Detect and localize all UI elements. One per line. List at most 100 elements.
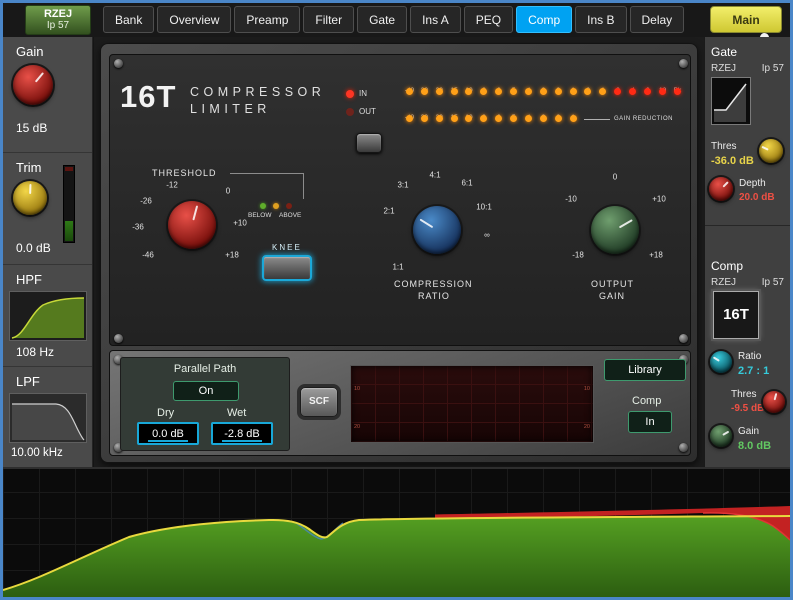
meter-led — [436, 88, 443, 95]
meter-led — [629, 88, 636, 95]
ratio-knob[interactable] — [413, 206, 461, 254]
meter-led — [584, 88, 591, 95]
meter-led — [614, 88, 621, 95]
trim-value: 0.0 dB — [16, 241, 51, 255]
trim-knob[interactable] — [13, 181, 47, 215]
output-gain-knob[interactable] — [591, 206, 639, 254]
comp-channel: RZEJ — [711, 277, 736, 288]
above-led — [286, 203, 292, 209]
screw-icon — [114, 59, 123, 68]
dry-value-box[interactable]: 0.0 dB — [137, 422, 199, 445]
comp-model-thumbnail[interactable]: 16T — [713, 291, 759, 339]
scf-button[interactable]: SCF — [300, 387, 338, 417]
parallel-on-button[interactable]: On — [173, 381, 239, 401]
knee-label: KNEE — [272, 243, 302, 252]
tab-bank[interactable]: Bank — [103, 6, 154, 33]
meter-led — [406, 115, 413, 122]
gate-depth-knob[interactable] — [709, 177, 733, 201]
output-label-2: GAIN — [599, 291, 625, 301]
below-led — [260, 203, 266, 209]
meter-led — [644, 88, 651, 95]
comp-gain-knob[interactable] — [710, 425, 732, 447]
knob-tick-label: 1:1 — [392, 263, 403, 272]
threshold-knob[interactable] — [168, 201, 216, 249]
knob-tick-label: -46 — [142, 251, 154, 260]
meter-led — [421, 88, 428, 95]
output-label-1: OUTPUT — [591, 279, 634, 289]
tab-gate[interactable]: Gate — [357, 6, 407, 33]
gate-thres-knob[interactable] — [759, 139, 783, 163]
tab-filter[interactable]: Filter — [303, 6, 354, 33]
knob-tick-label: 2:1 — [383, 207, 394, 216]
knob-tick-label: +18 — [225, 251, 239, 260]
meter-leds-bottom — [402, 115, 581, 133]
comp-in-button[interactable]: In — [628, 411, 672, 433]
trim-label: Trim — [16, 160, 42, 175]
mid-led — [273, 203, 279, 209]
meter-mode-button[interactable] — [356, 133, 382, 153]
screw-icon — [679, 443, 688, 452]
meter-led — [540, 88, 547, 95]
above-label: ABOVE — [279, 212, 301, 219]
tab-peq[interactable]: PEQ — [464, 6, 513, 33]
in-led — [346, 90, 354, 98]
hpf-curve-thumbnail[interactable] — [9, 291, 87, 341]
parallel-path-label: Parallel Path — [121, 363, 289, 375]
meter-led — [555, 115, 562, 122]
meter-led — [510, 115, 517, 122]
meter-led — [525, 115, 532, 122]
knee-button[interactable] — [262, 255, 312, 281]
knob-tick-label: +10 — [233, 219, 247, 228]
ratio-label-2: RATIO — [418, 291, 450, 301]
meter-led — [480, 115, 487, 122]
comp-thres-knob[interactable] — [763, 391, 785, 413]
knob-tick-label: 0 — [613, 173, 617, 182]
sidebar-divider — [705, 225, 790, 226]
knob-tick-label: 3:1 — [397, 181, 408, 190]
meter-led — [495, 115, 502, 122]
mixer-comp-screen: RZEJ Ip 57 BankOverviewPreampFilterGateI… — [0, 0, 793, 600]
tab-preamp[interactable]: Preamp — [234, 6, 300, 33]
level-meter: -403020151086543210124610Pk -40302015108… — [402, 79, 686, 127]
meter-led — [599, 88, 606, 95]
library-button[interactable]: Library — [604, 359, 686, 381]
type-line-2: LIMITER — [190, 102, 271, 116]
wet-label: Wet — [227, 407, 246, 419]
tab-delay[interactable]: Delay — [630, 6, 685, 33]
meter-led — [570, 88, 577, 95]
gain-knob[interactable] — [13, 65, 53, 105]
knob-tick-label: -26 — [140, 197, 152, 206]
meter-led — [495, 88, 502, 95]
gate-title: Gate — [711, 45, 737, 59]
meter-led — [674, 88, 681, 95]
lpf-curve-thumbnail[interactable] — [9, 393, 87, 443]
comp-gain-value: 8.0 dB — [738, 440, 771, 452]
meter-led — [465, 115, 472, 122]
meter-led — [451, 115, 458, 122]
gate-curve-thumbnail[interactable] — [711, 77, 751, 125]
comp-ratio-value: 2.7 : 1 — [738, 365, 769, 377]
hpf-curve-icon — [10, 292, 86, 340]
channel-name: RZEJ — [26, 8, 90, 20]
comp-ratio-knob[interactable] — [710, 351, 732, 373]
tab-ins-b[interactable]: Ins B — [575, 6, 626, 33]
gain-reduction-label: GAIN REDUCTION — [614, 116, 673, 122]
screw-icon — [114, 334, 123, 343]
meter-led — [555, 88, 562, 95]
meter-leds-top — [402, 88, 685, 106]
meter-led — [436, 115, 443, 122]
wet-value-box[interactable]: -2.8 dB — [211, 422, 273, 445]
knob-tick-label: -36 — [132, 223, 144, 232]
gate-depth-label: Depth — [739, 178, 766, 189]
knob-tick-label: 4:1 — [429, 171, 440, 180]
tab-ins-a[interactable]: Ins A — [410, 6, 461, 33]
eq-curves — [3, 469, 790, 599]
lpf-curve-icon — [10, 394, 86, 442]
tab-overview[interactable]: Overview — [157, 6, 231, 33]
tab-comp[interactable]: Comp — [516, 6, 572, 33]
knob-tick-label: -18 — [572, 251, 584, 260]
comp-thres-label: Thres — [731, 389, 757, 400]
main-button[interactable]: Main — [710, 6, 782, 33]
channel-badge[interactable]: RZEJ Ip 57 — [25, 5, 91, 35]
gate-patch: Ip 57 — [762, 63, 784, 74]
